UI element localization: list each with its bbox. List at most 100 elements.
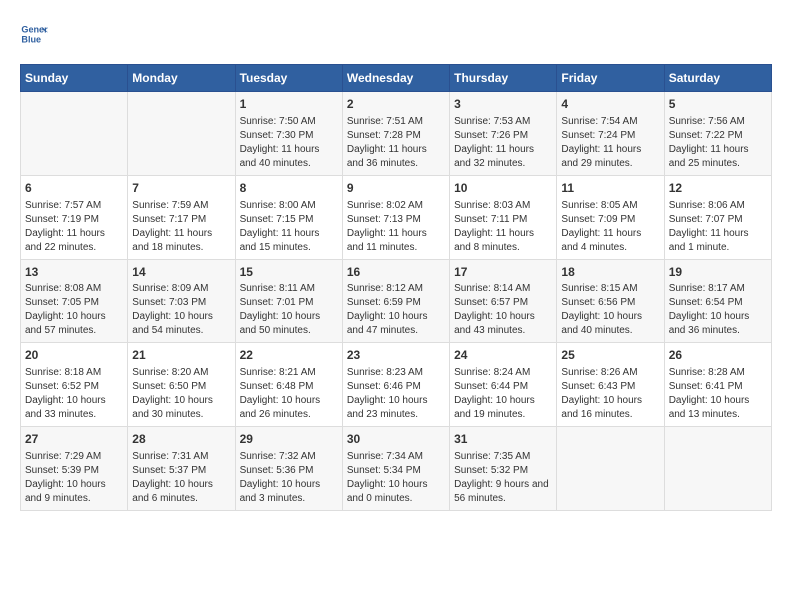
weekday-header: Monday [128,65,235,92]
day-info: Sunrise: 8:23 AM Sunset: 6:46 PM Dayligh… [347,366,445,422]
day-number: 19 [669,264,767,281]
calendar-cell: 17Sunrise: 8:14 AM Sunset: 6:57 PM Dayli… [450,259,557,343]
day-number: 8 [240,180,338,197]
calendar-cell: 1 Sunrise: 7:50 AM Sunset: 7:30 PM Daylig… [235,92,342,176]
day-info: Sunrise: 8:09 AM Sunset: 7:03 PM Dayligh… [132,282,230,338]
day-number: 15 [240,264,338,281]
calendar-cell: 13Sunrise: 8:08 AM Sunset: 7:05 PM Dayli… [21,259,128,343]
calendar-cell [557,427,664,511]
calendar-cell: 2 Sunrise: 7:51 AM Sunset: 7:28 PM Daylig… [342,92,449,176]
day-number: 2 [347,96,445,113]
day-info: Sunrise: 7:51 AM Sunset: 7:28 PM Dayligh… [347,115,445,171]
weekday-header: Sunday [21,65,128,92]
calendar-cell: 8 Sunrise: 8:00 AM Sunset: 7:15 PM Daylig… [235,175,342,259]
day-info: Sunrise: 7:32 AM Sunset: 5:36 PM Dayligh… [240,450,338,506]
day-number: 22 [240,347,338,364]
day-info: Sunrise: 7:57 AM Sunset: 7:19 PM Dayligh… [25,199,123,255]
calendar-table: SundayMondayTuesdayWednesdayThursdayFrid… [20,64,772,511]
day-number: 23 [347,347,445,364]
calendar-cell [664,427,771,511]
calendar-cell: 4Sunrise: 7:54 AM Sunset: 7:24 PM Daylig… [557,92,664,176]
calendar-cell: 5 Sunrise: 7:56 AM Sunset: 7:22 PM Daylig… [664,92,771,176]
day-info: Sunrise: 7:56 AM Sunset: 7:22 PM Dayligh… [669,115,767,171]
weekday-header: Friday [557,65,664,92]
day-number: 3 [454,96,552,113]
calendar-cell: 28 Sunrise: 7:31 AM Sunset: 5:37 PM Dayli… [128,427,235,511]
day-number: 1 [240,96,338,113]
calendar-cell: 29Sunrise: 7:32 AM Sunset: 5:36 PM Dayli… [235,427,342,511]
calendar-cell: 3 Sunrise: 7:53 AM Sunset: 7:26 PM Daylig… [450,92,557,176]
logo-icon: General Blue [20,20,48,48]
day-info: Sunrise: 8:02 AM Sunset: 7:13 PM Dayligh… [347,199,445,255]
weekday-header: Saturday [664,65,771,92]
day-number: 21 [132,347,230,364]
calendar-cell: 7 Sunrise: 7:59 AM Sunset: 7:17 PM Daylig… [128,175,235,259]
day-info: Sunrise: 7:53 AM Sunset: 7:26 PM Dayligh… [454,115,552,171]
calendar-cell: 22 Sunrise: 8:21 AM Sunset: 6:48 PM Dayli… [235,343,342,427]
calendar-cell [21,92,128,176]
calendar-cell: 9 Sunrise: 8:02 AM Sunset: 7:13 PM Daylig… [342,175,449,259]
day-info: Sunrise: 7:50 AM Sunset: 7:30 PM Dayligh… [240,115,338,171]
day-number: 5 [669,96,767,113]
day-number: 30 [347,431,445,448]
calendar-cell: 24 Sunrise: 8:24 AM Sunset: 6:44 PM Dayli… [450,343,557,427]
day-info: Sunrise: 8:26 AM Sunset: 6:43 PM Dayligh… [561,366,659,422]
calendar-cell: 14Sunrise: 8:09 AM Sunset: 7:03 PM Dayli… [128,259,235,343]
day-number: 20 [25,347,123,364]
day-number: 24 [454,347,552,364]
day-number: 18 [561,264,659,281]
weekday-header: Thursday [450,65,557,92]
day-info: Sunrise: 8:05 AM Sunset: 7:09 PM Dayligh… [561,199,659,255]
day-number: 13 [25,264,123,281]
day-number: 28 [132,431,230,448]
day-info: Sunrise: 8:17 AM Sunset: 6:54 PM Dayligh… [669,282,767,338]
day-info: Sunrise: 7:59 AM Sunset: 7:17 PM Dayligh… [132,199,230,255]
day-info: Sunrise: 8:21 AM Sunset: 6:48 PM Dayligh… [240,366,338,422]
day-number: 26 [669,347,767,364]
day-info: Sunrise: 8:15 AM Sunset: 6:56 PM Dayligh… [561,282,659,338]
day-info: Sunrise: 8:20 AM Sunset: 6:50 PM Dayligh… [132,366,230,422]
day-info: Sunrise: 7:31 AM Sunset: 5:37 PM Dayligh… [132,450,230,506]
calendar-cell: 6 Sunrise: 7:57 AM Sunset: 7:19 PM Daylig… [21,175,128,259]
calendar-cell: 21 Sunrise: 8:20 AM Sunset: 6:50 PM Dayli… [128,343,235,427]
day-number: 31 [454,431,552,448]
day-info: Sunrise: 8:11 AM Sunset: 7:01 PM Dayligh… [240,282,338,338]
day-info: Sunrise: 7:34 AM Sunset: 5:34 PM Dayligh… [347,450,445,506]
day-number: 14 [132,264,230,281]
day-info: Sunrise: 7:35 AM Sunset: 5:32 PM Dayligh… [454,450,552,506]
calendar-cell [128,92,235,176]
logo: General Blue [20,20,52,48]
day-info: Sunrise: 8:03 AM Sunset: 7:11 PM Dayligh… [454,199,552,255]
day-info: Sunrise: 8:14 AM Sunset: 6:57 PM Dayligh… [454,282,552,338]
weekday-header: Wednesday [342,65,449,92]
page-header: General Blue [20,20,772,48]
day-info: Sunrise: 8:06 AM Sunset: 7:07 PM Dayligh… [669,199,767,255]
weekday-header: Tuesday [235,65,342,92]
day-number: 7 [132,180,230,197]
calendar-cell: 16Sunrise: 8:12 AM Sunset: 6:59 PM Dayli… [342,259,449,343]
day-number: 10 [454,180,552,197]
calendar-cell: 26 Sunrise: 8:28 AM Sunset: 6:41 PM Dayli… [664,343,771,427]
calendar-cell: 23 Sunrise: 8:23 AM Sunset: 6:46 PM Dayli… [342,343,449,427]
calendar-cell: 19Sunrise: 8:17 AM Sunset: 6:54 PM Dayli… [664,259,771,343]
calendar-cell: 27 Sunrise: 7:29 AM Sunset: 5:39 PM Dayli… [21,427,128,511]
day-info: Sunrise: 8:08 AM Sunset: 7:05 PM Dayligh… [25,282,123,338]
calendar-cell: 18Sunrise: 8:15 AM Sunset: 6:56 PM Dayli… [557,259,664,343]
calendar-cell: 15Sunrise: 8:11 AM Sunset: 7:01 PM Dayli… [235,259,342,343]
calendar-cell: 31 Sunrise: 7:35 AM Sunset: 5:32 PM Dayli… [450,427,557,511]
day-info: Sunrise: 8:12 AM Sunset: 6:59 PM Dayligh… [347,282,445,338]
day-number: 12 [669,180,767,197]
day-info: Sunrise: 8:00 AM Sunset: 7:15 PM Dayligh… [240,199,338,255]
day-info: Sunrise: 8:18 AM Sunset: 6:52 PM Dayligh… [25,366,123,422]
calendar-cell: 25Sunrise: 8:26 AM Sunset: 6:43 PM Dayli… [557,343,664,427]
day-info: Sunrise: 7:29 AM Sunset: 5:39 PM Dayligh… [25,450,123,506]
calendar-cell: 20 Sunrise: 8:18 AM Sunset: 6:52 PM Dayli… [21,343,128,427]
day-info: Sunrise: 8:28 AM Sunset: 6:41 PM Dayligh… [669,366,767,422]
day-number: 6 [25,180,123,197]
day-number: 27 [25,431,123,448]
day-number: 9 [347,180,445,197]
day-info: Sunrise: 8:24 AM Sunset: 6:44 PM Dayligh… [454,366,552,422]
day-number: 17 [454,264,552,281]
calendar-cell: 30 Sunrise: 7:34 AM Sunset: 5:34 PM Dayli… [342,427,449,511]
svg-text:Blue: Blue [21,34,41,44]
